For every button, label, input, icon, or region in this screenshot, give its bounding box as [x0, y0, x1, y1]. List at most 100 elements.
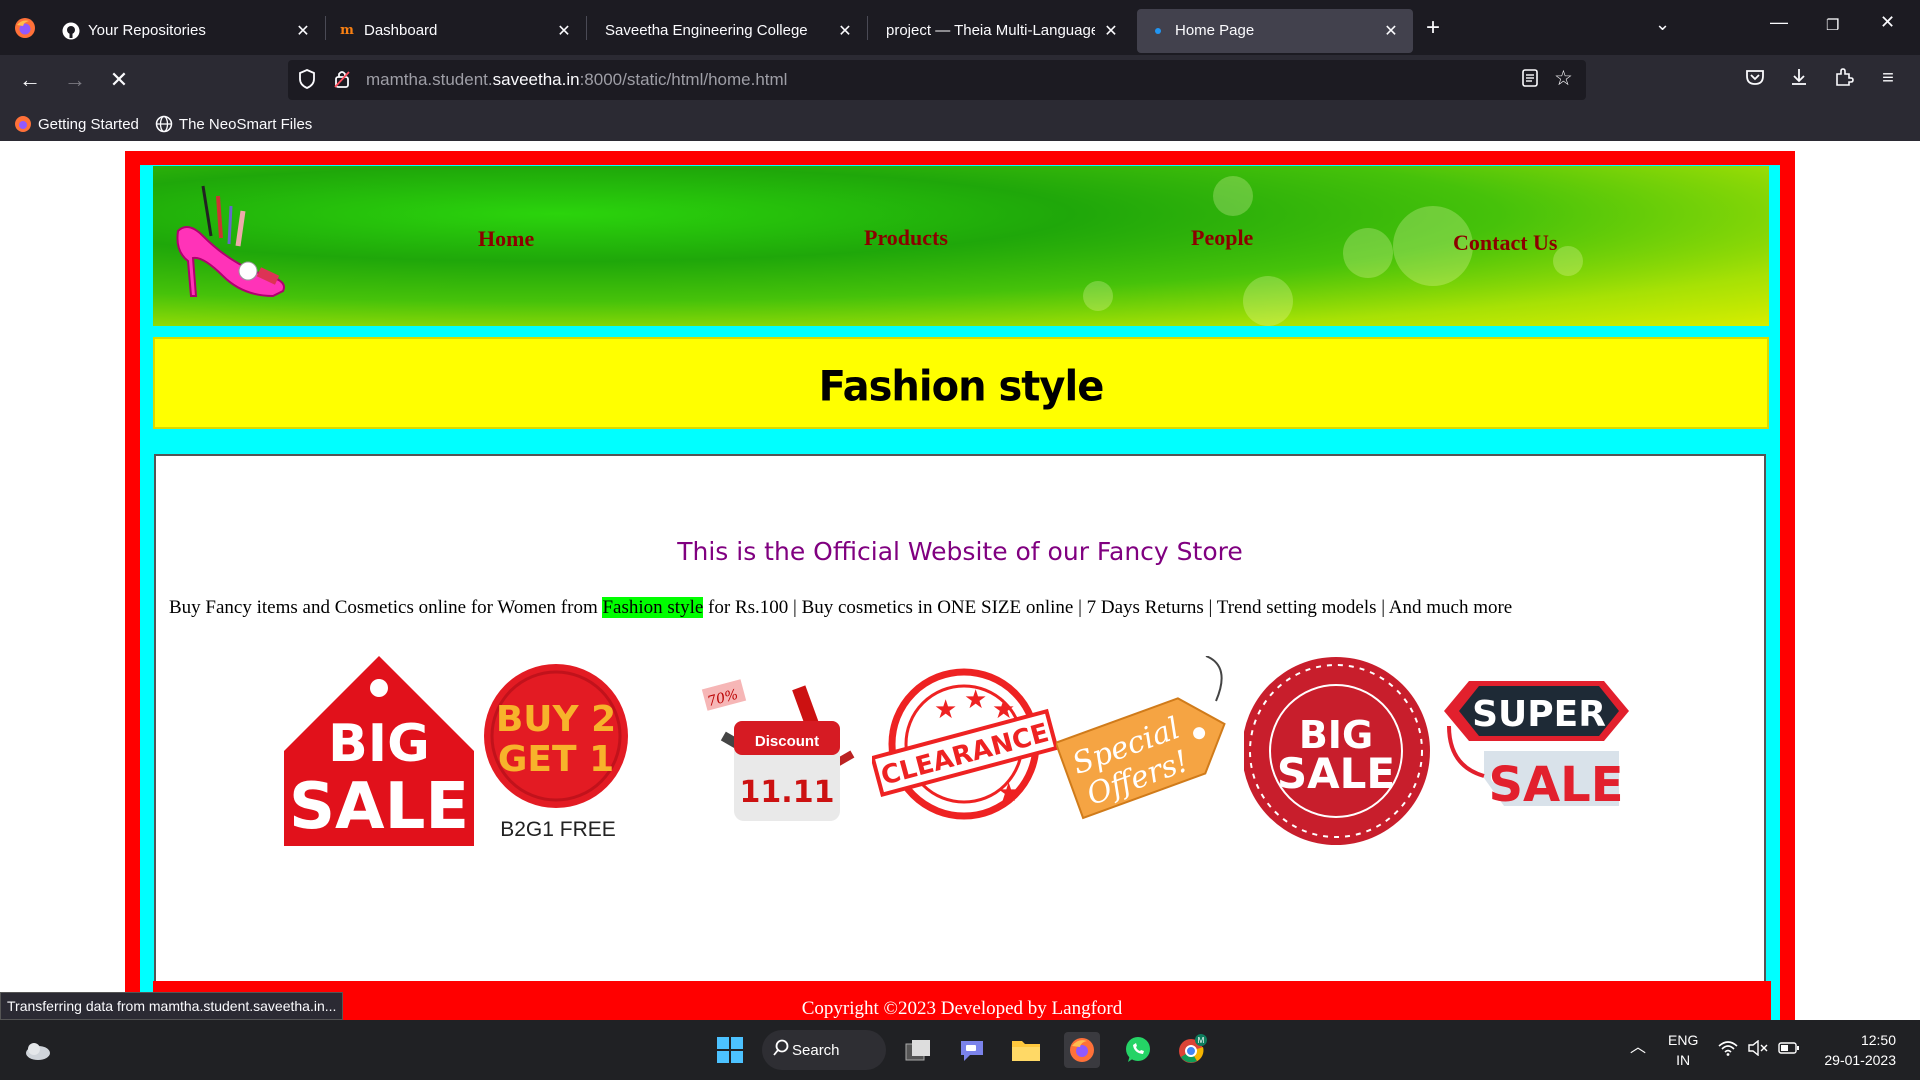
close-icon[interactable]: ✕	[1101, 21, 1121, 41]
taskbar-search-box[interactable]: Search	[762, 1030, 886, 1070]
chrome-icon[interactable]: M	[1174, 1032, 1210, 1068]
task-view-icon[interactable]	[900, 1032, 936, 1068]
sale-word: SALE	[1277, 749, 1395, 798]
title-band: Fashion style	[153, 337, 1769, 429]
bookmark-label: Getting Started	[38, 115, 139, 133]
downloads-icon[interactable]	[1784, 67, 1814, 92]
taskbar-firefox-icon[interactable]	[1064, 1032, 1100, 1068]
big-sale-word: SALE	[289, 770, 469, 844]
chevron-up-icon[interactable]: ︿	[1630, 1038, 1646, 1058]
firefox-icon	[14, 115, 32, 133]
back-arrow-icon[interactable]: ←	[15, 67, 45, 93]
url-text[interactable]: mamtha.student.saveetha.in:8000/static/h…	[366, 70, 787, 90]
github-icon	[62, 22, 80, 40]
extensions-icon[interactable]	[1829, 67, 1859, 92]
clock-time: 12:50	[1860, 1032, 1896, 1048]
status-bar: Transferring data from mamtha.student.sa…	[0, 992, 344, 1020]
close-icon[interactable]: ✕	[293, 21, 313, 41]
nav-people-link[interactable]: People	[1191, 225, 1253, 251]
big-sale-word: BIG	[328, 714, 430, 774]
tab-theia-project[interactable]: project — Theia Multi-Language Ex ✕	[868, 9, 1133, 53]
highlighted-store-name: Fashion style	[602, 597, 704, 618]
list-all-tabs-icon[interactable]: ⌄	[1655, 14, 1670, 35]
moodle-icon: m	[340, 23, 354, 38]
wifi-icon[interactable]	[1718, 1040, 1738, 1061]
insecure-lock-icon[interactable]	[334, 69, 350, 94]
bookmark-label: The NeoSmart Files	[178, 115, 313, 133]
teams-chat-icon[interactable]	[954, 1032, 990, 1068]
weather-icon[interactable]	[20, 1032, 56, 1068]
star-icon: ★	[964, 684, 987, 714]
close-icon[interactable]: ✕	[1381, 21, 1401, 41]
muted-speaker-icon[interactable]	[1748, 1039, 1768, 1061]
tab-title: project — Theia Multi-Language Ex	[886, 22, 1095, 39]
bookmark-neosmart[interactable]: The NeoSmart Files	[155, 115, 312, 133]
url-bar[interactable]: mamtha.student.saveetha.in:8000/static/h…	[288, 60, 1586, 100]
store-tagline: This is the Official Website of our Fanc…	[677, 537, 1243, 566]
minimize-icon[interactable]: —	[1770, 12, 1788, 33]
new-tab-icon[interactable]: +	[1413, 14, 1453, 42]
nav-home-link[interactable]: Home	[478, 226, 534, 252]
bokeh-light	[1083, 281, 1113, 311]
discount-text: Discount	[755, 733, 819, 750]
shoe-cosmetics-logo	[176, 185, 285, 298]
restore-icon[interactable]: ❐	[1826, 16, 1839, 34]
sale-badges: BIG SALE BUY 2 GET 1 B2G1 FREE 70% Disco…	[284, 656, 1644, 846]
shield-icon[interactable]	[298, 69, 316, 94]
url-domain: saveetha.in	[492, 70, 580, 89]
stop-loading-icon[interactable]: ✕	[104, 67, 134, 93]
tab-title: Home Page	[1175, 22, 1255, 39]
language-indicator[interactable]: ENG IN	[1668, 1030, 1698, 1070]
nav-products-link[interactable]: Products	[864, 225, 948, 251]
close-icon[interactable]: ✕	[554, 21, 574, 41]
web-page: Home Products People Contact Us Fashion …	[0, 141, 1920, 1031]
description-text: for Rs.100 | Buy cosmetics in ONE SIZE o…	[703, 597, 1513, 618]
region-code: IN	[1676, 1052, 1691, 1068]
url-suffix: :8000/static/html/home.html	[579, 70, 788, 89]
navigation-toolbar: ← → ✕ mamtha.student.saveetha.in:8000/st…	[0, 55, 1920, 107]
whatsapp-icon[interactable]	[1120, 1032, 1156, 1068]
tab-your-repositories[interactable]: Your Repositories ✕	[50, 9, 325, 53]
reader-view-icon[interactable]	[1522, 69, 1538, 92]
pocket-icon[interactable]	[1740, 67, 1770, 92]
buy2-get1-badge: BUY 2 GET 1 B2G1 FREE	[484, 664, 628, 841]
tab-dashboard[interactable]: m Dashboard ✕	[326, 9, 586, 53]
big-sale-tag-badge: BIG SALE	[284, 656, 474, 846]
window-close-icon[interactable]: ✕	[1880, 12, 1895, 33]
tab-bar: Your Repositories ✕ m Dashboard ✕ Saveet…	[0, 0, 1920, 55]
store-description: Buy Fancy items and Cosmetics online for…	[169, 597, 1512, 619]
clock[interactable]: 12:50 29-01-2023	[1814, 1030, 1904, 1070]
search-icon	[772, 1039, 790, 1061]
bookmarks-toolbar: Getting Started The NeoSmart Files	[0, 107, 1920, 141]
hamburger-menu-icon[interactable]: ≡	[1873, 67, 1903, 90]
loading-icon	[1149, 22, 1167, 40]
description-text: Buy Fancy items and Cosmetics online for…	[169, 597, 603, 618]
file-explorer-icon[interactable]	[1008, 1032, 1044, 1068]
get1-text: GET 1	[498, 739, 614, 780]
buy2-text: BUY 2	[496, 699, 616, 740]
page-title: Fashion style	[818, 362, 1105, 412]
forward-arrow-icon[interactable]: →	[60, 67, 90, 93]
close-icon[interactable]: ✕	[835, 21, 855, 41]
b2g1-free-text: B2G1 FREE	[500, 818, 616, 841]
language-code: ENG	[1668, 1032, 1699, 1048]
main-content: This is the Official Website of our Fanc…	[154, 454, 1766, 994]
bookmark-getting-started[interactable]: Getting Started	[14, 115, 139, 133]
discount-1111-badge: 70% Discount 11.11	[701, 679, 855, 821]
tab-home-page[interactable]: Home Page ✕	[1137, 8, 1413, 53]
battery-icon[interactable]	[1778, 1040, 1800, 1060]
clock-date: 29-01-2023	[1824, 1052, 1896, 1068]
sale-word: SALE	[1488, 757, 1623, 813]
windows-taskbar: Search M ︿ ENG IN 12:50 29-01-2023	[0, 1020, 1920, 1080]
bokeh-light	[1343, 228, 1393, 278]
bookmark-star-icon[interactable]: ☆	[1554, 66, 1573, 91]
bokeh-light	[1213, 176, 1253, 216]
firefox-menu-icon[interactable]	[0, 0, 50, 55]
clearance-stamp-badge: ★ ★ ★ CLEARANCE ★	[872, 668, 1059, 820]
nav-contact-link[interactable]: Contact Us	[1453, 230, 1558, 256]
tab-title: Your Repositories	[88, 22, 206, 39]
windows-start-icon[interactable]	[712, 1032, 748, 1068]
tab-saveetha[interactable]: Saveetha Engineering College ✕	[587, 9, 867, 53]
globe-icon	[155, 115, 173, 133]
date-1111-text: 11.11	[740, 775, 835, 810]
